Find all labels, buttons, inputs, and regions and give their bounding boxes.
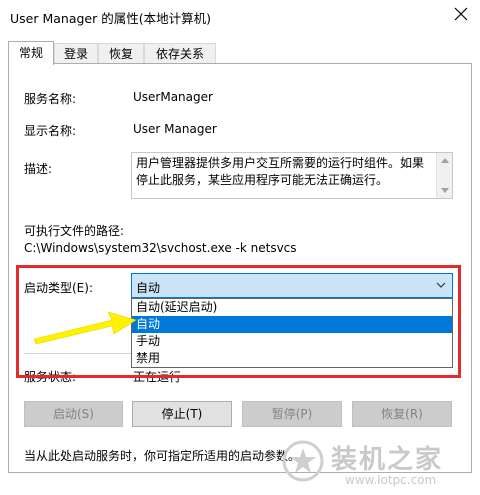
close-icon[interactable] [452, 5, 470, 23]
path-label: 可执行文件的路径: [24, 224, 125, 238]
start-button[interactable]: 启动(S) [24, 401, 123, 427]
tab-strip: 常规 登录 恢复 依存关系 [8, 41, 472, 65]
startup-type-label: 启动类型(E): [24, 281, 93, 295]
description-label: 描述: [24, 162, 53, 176]
startup-option-disabled[interactable]: 禁用 [132, 350, 452, 367]
stop-button[interactable]: 停止(T) [132, 401, 232, 427]
tab-dependencies[interactable]: 依存关系 [144, 43, 216, 64]
service-name-label: 服务名称: [24, 92, 77, 106]
startup-type-dropdown: 自动(延迟启动) 自动 手动 禁用 [131, 298, 453, 368]
watermark-text: 装机之家 [331, 445, 444, 475]
description-text: 用户管理器提供多用户交互所需要的运行时组件。如果停止此服务，某些应用程序可能无法… [136, 156, 425, 187]
scroll-up-icon[interactable] [441, 158, 449, 163]
service-status-label: 服务状态: [24, 370, 77, 384]
startup-type-select[interactable]: 自动 [131, 273, 453, 298]
chevron-down-icon[interactable] [436, 280, 446, 290]
watermark: 装机之家 www.lotpc.com [275, 433, 480, 495]
scroll-down-icon[interactable] [441, 188, 449, 193]
startup-option-delayed[interactable]: 自动(延迟启动) [132, 299, 452, 316]
startup-option-automatic[interactable]: 自动 [132, 316, 452, 333]
watermark-url: www.lotpc.com [345, 473, 437, 487]
resume-button[interactable]: 恢复(R) [352, 401, 452, 427]
service-name-value: UserManager [133, 90, 213, 104]
tab-logon[interactable]: 登录 [54, 43, 98, 64]
hint-text: 当从此处启动服务时，你可指定所适用的启动参数。 [24, 449, 301, 463]
title-bar: User Manager 的属性(本地计算机) [0, 0, 480, 31]
window-title: User Manager 的属性(本地计算机) [10, 11, 211, 26]
display-name-label: 显示名称: [24, 124, 77, 138]
watermark-logo-icon [282, 440, 324, 482]
pause-button[interactable]: 暂停(P) [242, 401, 342, 427]
tab-recovery[interactable]: 恢复 [98, 43, 144, 64]
description-scrollbar[interactable] [436, 153, 452, 198]
tab-general[interactable]: 常规 [8, 41, 54, 65]
yellow-arrow-icon [34, 311, 137, 345]
description-box[interactable]: 用户管理器提供多用户交互所需要的运行时组件。如果停止此服务，某些应用程序可能无法… [131, 152, 453, 199]
startup-option-manual[interactable]: 手动 [132, 333, 452, 350]
service-status-value: 正在运行 [133, 370, 182, 384]
startup-type-selected: 自动 [136, 281, 161, 295]
path-value: C:\Windows\system32\svchost.exe -k netsv… [24, 241, 297, 255]
display-name-value: User Manager [133, 122, 217, 136]
